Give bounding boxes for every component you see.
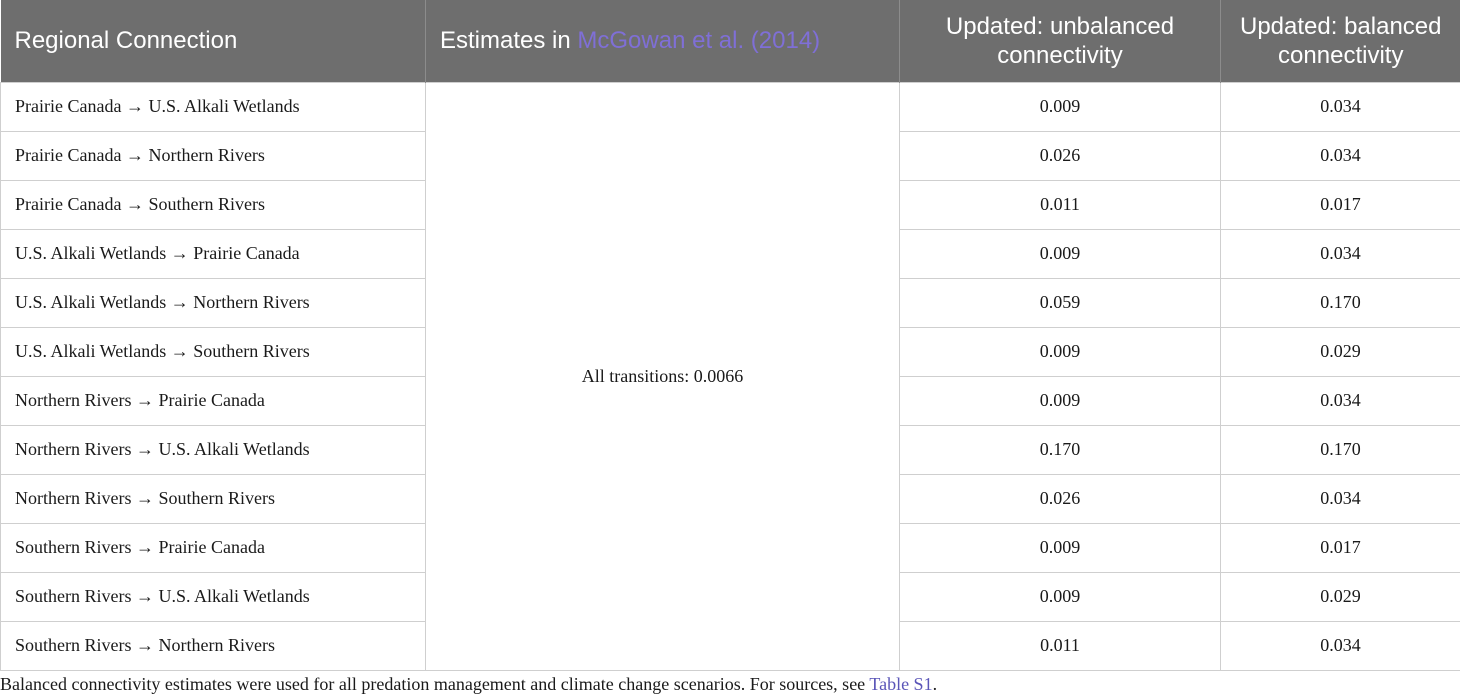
cell-unbalanced: 0.009 xyxy=(899,571,1221,622)
cell-balanced: 0.029 xyxy=(1220,326,1460,377)
cell-connection: Northern Rivers → Southern Rivers xyxy=(0,473,426,524)
cell-connection: U.S. Alkali Wetlands → Southern Rivers xyxy=(0,326,426,377)
cell-unbalanced: 0.011 xyxy=(899,179,1221,230)
cell-connection: U.S. Alkali Wetlands → Prairie Canada xyxy=(0,228,426,279)
cell-connection: Prairie Canada → Northern Rivers xyxy=(0,130,426,181)
cell-unbalanced: 0.170 xyxy=(899,424,1221,475)
cell-unbalanced: 0.009 xyxy=(899,375,1221,426)
cell-connection: U.S. Alkali Wetlands → Northern Rivers xyxy=(0,277,426,328)
table-row: Prairie Canada → U.S. Alkali Wetlands All… xyxy=(0,81,1460,671)
cell-connection: Northern Rivers → Prairie Canada xyxy=(0,375,426,426)
cell-balanced: 0.034 xyxy=(1220,473,1460,524)
cell-balanced: 0.017 xyxy=(1220,522,1460,573)
connectivity-table: Regional Connection Estimates in McGowan… xyxy=(0,0,1460,671)
cell-connection: Prairie Canada → U.S. Alkali Wetlands xyxy=(0,81,426,132)
table-footnote: Balanced connectivity estimates were use… xyxy=(0,673,1460,695)
cell-balanced: 0.034 xyxy=(1220,81,1460,132)
cell-balanced: 0.170 xyxy=(1220,277,1460,328)
cell-all-transitions: All transitions: 0.0066 xyxy=(425,81,900,671)
cell-balanced: 0.034 xyxy=(1220,375,1460,426)
cell-balanced: 0.170 xyxy=(1220,424,1460,475)
cell-unbalanced: 0.009 xyxy=(899,81,1221,132)
cell-balanced: 0.034 xyxy=(1220,620,1460,671)
header-regional-connection: Regional Connection xyxy=(0,0,426,82)
mcgowan-reference-link[interactable]: McGowan et al. (2014) xyxy=(577,27,820,54)
cell-connection: Southern Rivers → Northern Rivers xyxy=(0,620,426,671)
cell-connection: Prairie Canada → Southern Rivers xyxy=(0,179,426,230)
table-body: Prairie Canada → U.S. Alkali Wetlands All… xyxy=(0,81,1460,671)
cell-connection: Southern Rivers → Prairie Canada xyxy=(0,522,426,573)
cell-unbalanced: 0.026 xyxy=(899,130,1221,181)
cell-balanced: 0.029 xyxy=(1220,571,1460,622)
cell-unbalanced: 0.011 xyxy=(899,620,1221,671)
table-s1-link[interactable]: Table S1 xyxy=(869,674,932,694)
cell-unbalanced: 0.026 xyxy=(899,473,1221,524)
cell-unbalanced: 0.009 xyxy=(899,326,1221,377)
cell-unbalanced: 0.059 xyxy=(899,277,1221,328)
header-unbalanced: Updated: unbalanced connectivity xyxy=(899,0,1221,82)
header-estimates: Estimates in McGowan et al. (2014) xyxy=(425,0,900,82)
footnote-end: . xyxy=(932,674,938,694)
cell-unbalanced: 0.009 xyxy=(899,522,1221,573)
table-header: Regional Connection Estimates in McGowan… xyxy=(0,0,1460,82)
cell-unbalanced: 0.009 xyxy=(899,228,1221,279)
cell-connection: Southern Rivers → U.S. Alkali Wetlands xyxy=(0,571,426,622)
header-estimates-prefix: Estimates in xyxy=(440,27,578,55)
cell-connection: Northern Rivers → U.S. Alkali Wetlands xyxy=(0,424,426,475)
footnote-text: Balanced connectivity estimates were use… xyxy=(0,674,870,694)
cell-balanced: 0.034 xyxy=(1220,130,1460,181)
header-balanced: Updated: balanced connectivity xyxy=(1220,0,1460,82)
cell-balanced: 0.034 xyxy=(1220,228,1460,279)
cell-balanced: 0.017 xyxy=(1220,179,1460,230)
